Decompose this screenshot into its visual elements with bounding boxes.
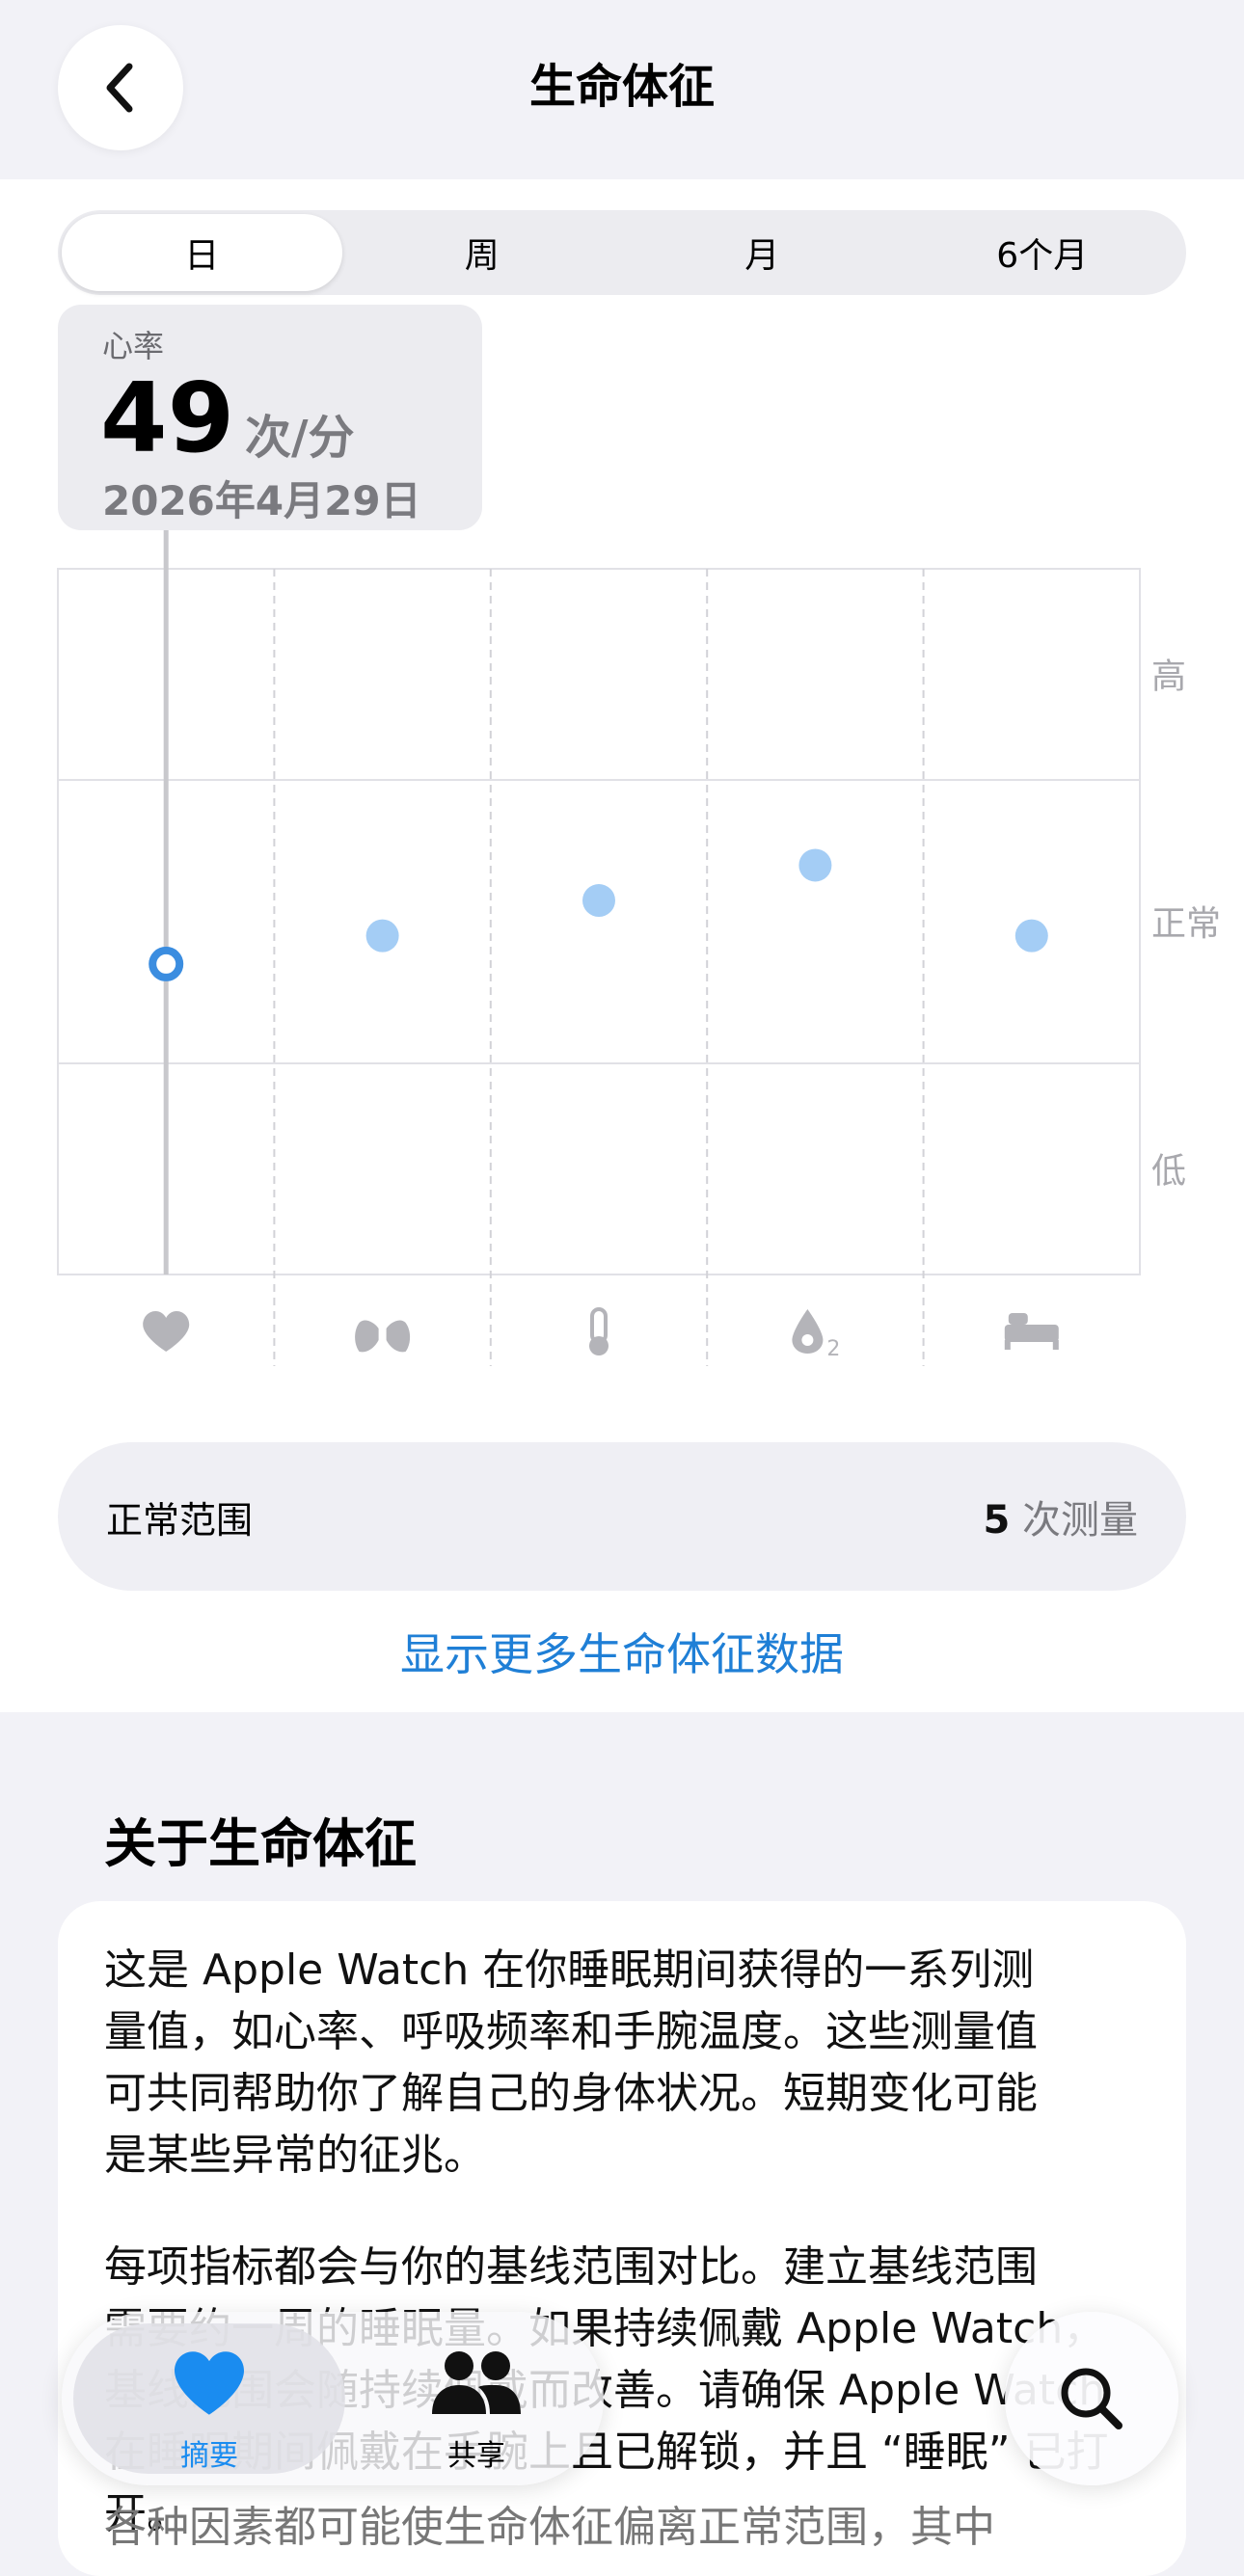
heart-icon <box>175 2351 244 2415</box>
segment-month[interactable]: 月 <box>622 214 903 291</box>
measurement-count-suffix: 次测量 <box>1022 1498 1138 1543</box>
tab-bar: 摘要 共享 <box>62 2312 604 2485</box>
text-line: 每项指标都会与你的基线范围对比。建立基线范围 <box>104 2242 1038 2292</box>
data-point-heart-rate-selected <box>149 946 184 981</box>
tab-sharing-label: 共享 <box>447 2439 505 2473</box>
thermometer-icon <box>589 1307 608 1355</box>
data-point-blood-oxygen <box>798 848 832 882</box>
show-more-vitals-link[interactable]: 显示更多生命体征数据 <box>0 1620 1244 1683</box>
segment-six-months[interactable]: 6个月 <box>903 214 1183 291</box>
chart-frame <box>57 568 1141 1275</box>
bed-pillow <box>1008 1313 1028 1325</box>
segment-day[interactable]: 日 <box>62 214 342 291</box>
text-line: 量值，如心率、呼吸频率和手腕温度。这些测量值 <box>104 2007 1038 2056</box>
metric-value: 49 <box>100 362 235 474</box>
about-paragraph-1: 这是 Apple Watch 在你睡眠期间获得的一系列测 量值，如心率、呼吸频率… <box>104 1940 1146 2187</box>
blood-oxygen-icon: 2 <box>792 1309 840 1361</box>
y-label-normal: 正常 <box>1151 904 1221 944</box>
y-label-low: 低 <box>1151 1152 1186 1192</box>
subscript-2: 2 <box>826 1337 840 1361</box>
bed-leg-left <box>1004 1340 1011 1350</box>
metric-date: 2026年4月29日 <box>102 477 421 524</box>
bed-icon <box>1004 1313 1059 1350</box>
time-range-segmented-control: 日 周 月 6个月 <box>58 210 1186 295</box>
data-point-respiratory-rate <box>365 919 399 953</box>
search-icon <box>1061 2368 1122 2429</box>
lungs-icon <box>355 1313 411 1353</box>
text-line: 各种因素都可能使生命体征偏离正常范围，其中 <box>104 2503 995 2552</box>
bed-leg-right <box>1052 1340 1059 1350</box>
metric-unit: 次/分 <box>245 411 355 465</box>
about-paragraph-3: 各种因素都可能使生命体征偏离正常范围，其中 <box>104 2497 1146 2559</box>
text-line: 可共同帮助你了解自己的身体状况。短期变化可能 <box>104 2069 1038 2118</box>
bed-base <box>1004 1325 1059 1342</box>
about-heading: 关于生命体征 <box>104 1813 417 1874</box>
measurement-count-number: 5 <box>983 1498 1011 1543</box>
lung-left <box>355 1313 379 1353</box>
segment-week[interactable]: 周 <box>342 214 623 291</box>
droplet-o <box>801 1334 814 1346</box>
heart-shape <box>143 1311 190 1352</box>
data-point-wrist-temperature <box>582 884 615 918</box>
selection-tooltip: 心率 49 次/分 2026年4月29日 <box>58 305 482 530</box>
heart-icon <box>143 1311 190 1352</box>
tab-summary[interactable]: 摘要 <box>73 2323 345 2474</box>
navigation-bar: 生命体征 <box>0 0 1244 179</box>
y-label-high: 高 <box>1151 657 1186 697</box>
normal-range-row[interactable]: 正常范围 5 次测量 <box>58 1442 1186 1591</box>
normal-range-label: 正常范围 <box>106 1499 254 1542</box>
data-point-sleeping-duration <box>1014 919 1048 953</box>
tab-summary-label: 摘要 <box>180 2439 238 2473</box>
tab-sharing[interactable]: 共享 <box>361 2323 592 2474</box>
people-icon <box>432 2351 521 2414</box>
text-line: 是某些异常的征兆。 <box>104 2131 486 2180</box>
page-title: 生命体征 <box>528 60 715 114</box>
vitals-chart: 高正常低 2 <box>57 521 1221 1366</box>
measurement-count: 5 次测量 <box>983 1489 1138 1544</box>
thermometer-bulb <box>589 1336 608 1355</box>
droplet <box>792 1309 824 1354</box>
lung-right <box>386 1313 411 1353</box>
text-line: 这是 Apple Watch 在你睡眠期间获得的一系列测 <box>104 1945 1035 1995</box>
search-button[interactable] <box>1005 2312 1178 2485</box>
